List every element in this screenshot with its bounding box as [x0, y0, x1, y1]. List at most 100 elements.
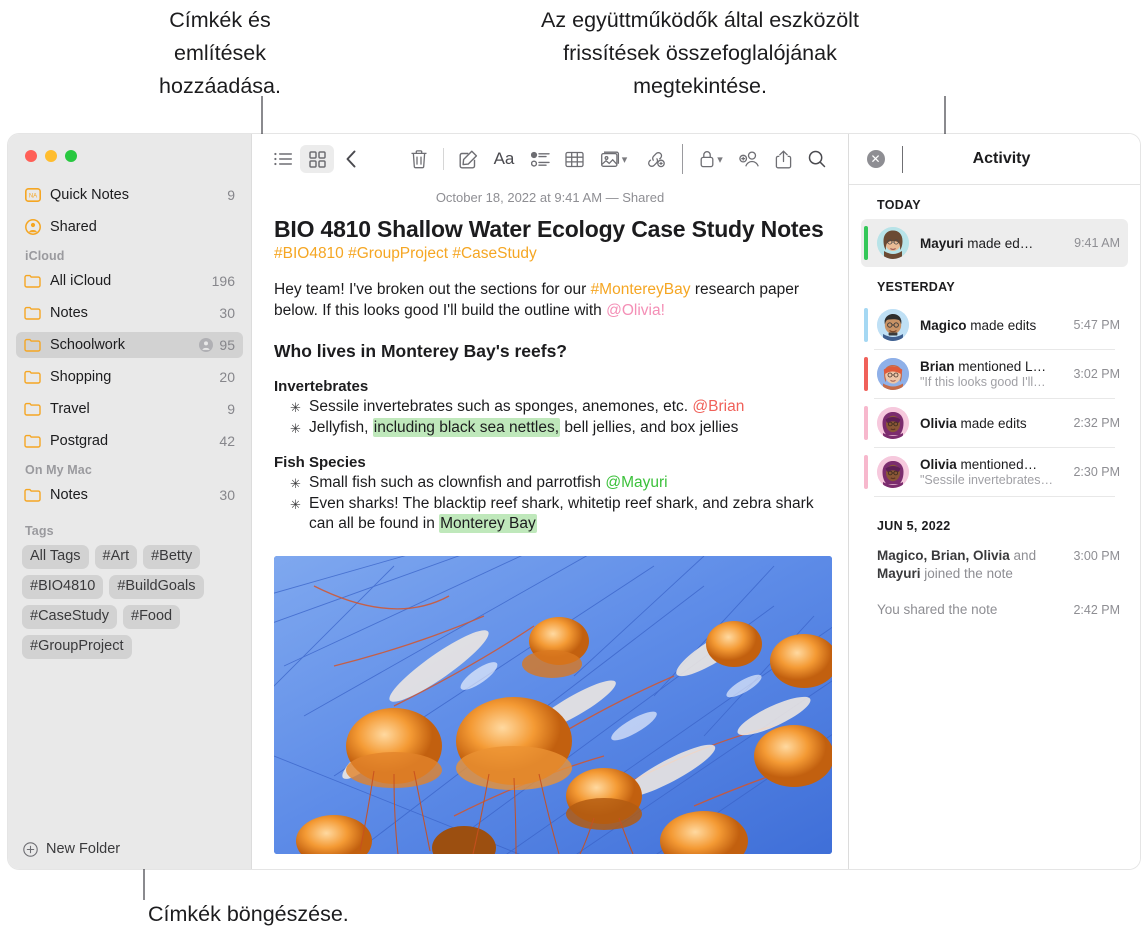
sidebar-item-notes-icloud[interactable]: Notes 30: [16, 300, 243, 326]
activity-user-name: Olivia: [920, 415, 957, 431]
activity-row-text: Olivia mentioned…: [920, 457, 1067, 472]
sidebar-item-quick-notes[interactable]: NA Quick Notes 9: [16, 182, 243, 208]
tag-betty[interactable]: #Betty: [143, 545, 201, 569]
activity-row-olivia-mention[interactable]: Olivia mentioned… "Sessile invertebrates…: [861, 448, 1128, 496]
activity-shared-text: You shared the note: [877, 602, 998, 617]
sidebar-section-tags-title: Tags: [25, 524, 54, 538]
sidebar-item-all-icloud[interactable]: All iCloud 196: [16, 268, 243, 294]
new-folder-button[interactable]: New Folder: [8, 829, 251, 869]
list-view-icon[interactable]: [266, 145, 300, 173]
activity-color-bar: [864, 357, 868, 391]
note-intro-paragraph: Hey team! I've broken out the sections f…: [274, 279, 826, 321]
sidebar-item-notes-local[interactable]: Notes 30: [16, 482, 243, 508]
activity-color-bar: [864, 455, 868, 489]
sidebar-item-shared[interactable]: Shared: [16, 214, 243, 240]
share-icon[interactable]: [766, 145, 800, 173]
activity-color-bar: [864, 308, 868, 342]
note-heading: Who lives in Monterey Bay's reefs?: [274, 341, 567, 361]
media-icon[interactable]: ▾: [591, 145, 635, 173]
sidebar-item-schoolwork[interactable]: Schoolwork 95: [16, 332, 243, 358]
jellyfish-photo[interactable]: [274, 556, 832, 854]
inline-tag-montereybay[interactable]: #MontereyBay: [591, 281, 691, 298]
intro-text-a: Hey team! I've broken out the sections f…: [274, 281, 591, 298]
sidebar: NA Quick Notes 9 Shared iCloud All iClou…: [8, 134, 251, 869]
activity-row-text: Olivia made edits: [920, 416, 1067, 431]
notes-app-window: NA Quick Notes 9 Shared iCloud All iClou…: [8, 134, 1140, 869]
activity-section-yesterday: YESTERDAY: [877, 280, 955, 294]
tag-food[interactable]: #Food: [123, 605, 181, 629]
format-icon[interactable]: Aa: [485, 145, 523, 173]
toolbar: Aa ▾ ▾: [252, 134, 848, 184]
tag-list: All Tags #Art #Betty #BIO4810 #BuildGoal…: [8, 543, 251, 659]
sidebar-item-count: 30: [219, 487, 235, 503]
bullet-text-b: bell jellies, and box jellies: [560, 419, 739, 436]
activity-row-shared[interactable]: You shared the note 2:42 PM: [849, 590, 1140, 626]
list-item: Jellyfish, including black sea nettles, …: [290, 418, 826, 439]
svg-text:NA: NA: [28, 194, 36, 200]
activity-joined-text: Magico, Brian, Olivia and Mayuri joined …: [877, 547, 1067, 583]
sidebar-item-label: Notes: [50, 487, 88, 503]
activity-row-joined[interactable]: Magico, Brian, Olivia and Mayuri joined …: [849, 540, 1140, 590]
note-date: October 18, 2022 at 9:41 AM — Shared: [435, 190, 665, 205]
activity-user-name: Brian: [920, 359, 955, 374]
sidebar-item-count: 95: [219, 337, 235, 353]
sidebar-item-shopping[interactable]: Shopping 20: [16, 364, 243, 390]
tag-casestudy[interactable]: #CaseStudy: [22, 605, 117, 629]
avatar: [877, 456, 909, 488]
bullet-text-a: Even sharks! The blacktip reef shark, wh…: [309, 495, 814, 532]
minimize-window-button[interactable]: [45, 150, 57, 162]
activity-section-jun5: JUN 5, 2022: [877, 519, 951, 533]
activity-quote: "Sessile invertebrates…: [920, 473, 1053, 487]
tag-all-tags[interactable]: All Tags: [22, 545, 89, 569]
sidebar-item-postgrad[interactable]: Postgrad 42: [16, 428, 243, 454]
add-people-icon[interactable]: [732, 145, 766, 173]
trash-icon[interactable]: [402, 145, 436, 173]
checklist-icon[interactable]: [523, 145, 557, 173]
activity-time: 2:32 PM: [1073, 416, 1120, 430]
inline-mention-brian[interactable]: @Brian: [692, 398, 744, 415]
activity-action: made edits: [956, 415, 1027, 431]
activity-pane: ✕ Activity TODAY Mayuri made ed… 9:41 AM: [848, 134, 1140, 869]
activity-row-mayuri-edits[interactable]: Mayuri made ed… 9:41 AM: [861, 219, 1128, 267]
sidebar-scroll: NA Quick Notes 9 Shared iCloud All iClou…: [8, 168, 251, 829]
sidebar-section-onmymac-title: On My Mac: [25, 463, 92, 477]
sidebar-section-icloud-title: iCloud: [25, 249, 65, 263]
sidebar-item-label: All iCloud: [50, 273, 112, 289]
note-body[interactable]: October 18, 2022 at 9:41 AM — Shared BIO…: [252, 184, 848, 869]
activity-time: 2:30 PM: [1073, 465, 1120, 479]
quick-note-icon: NA: [24, 187, 41, 204]
inline-mention-olivia[interactable]: @Olivia!: [606, 302, 665, 319]
sidebar-item-travel[interactable]: Travel 9: [16, 396, 243, 422]
activity-time: 3:00 PM: [1073, 549, 1120, 563]
link-icon[interactable]: [635, 145, 675, 173]
zoom-window-button[interactable]: [65, 150, 77, 162]
note-pane: Aa ▾ ▾ October 18, 2022 at 9:41 AM — Sha…: [251, 134, 848, 869]
tag-groupproject[interactable]: #GroupProject: [22, 635, 132, 659]
back-chevron-icon[interactable]: [334, 145, 368, 173]
search-icon[interactable]: [800, 145, 834, 173]
lock-icon[interactable]: ▾: [690, 145, 732, 173]
tag-bio4810[interactable]: #BIO4810: [22, 575, 104, 599]
tag-buildgoals[interactable]: #BuildGoals: [109, 575, 204, 599]
close-window-button[interactable]: [25, 150, 37, 162]
inline-mention-mayuri[interactable]: @Mayuri: [605, 474, 667, 491]
table-icon[interactable]: [557, 145, 591, 173]
folder-icon: [24, 337, 41, 354]
toolbar-separator-2: [682, 144, 683, 174]
close-icon[interactable]: ✕: [866, 150, 885, 168]
activity-row-magico-edits[interactable]: Magico made edits 5:47 PM: [861, 301, 1128, 349]
activity-row-olivia-edits[interactable]: Olivia made edits 2:32 PM: [861, 399, 1128, 447]
compose-icon[interactable]: [451, 145, 485, 173]
activity-row-brian-mention[interactable]: Brian mentioned L… "If this looks good I…: [861, 350, 1128, 398]
note-tags-line: #BIO4810 #GroupProject #CaseStudy: [274, 245, 537, 262]
gallery-view-icon[interactable]: [300, 145, 334, 173]
sidebar-item-label: Quick Notes: [50, 187, 129, 203]
list-item: Sessile invertebrates such as sponges, a…: [290, 397, 826, 418]
tag-art[interactable]: #Art: [94, 545, 138, 569]
sidebar-item-count: 42: [219, 433, 235, 449]
toolbar-separator: [443, 148, 444, 170]
sidebar-item-label: Shopping: [50, 369, 112, 385]
bullet-text-a: Small fish such as clownfish and parrotf…: [309, 474, 606, 491]
activity-time: 9:41 AM: [1074, 236, 1120, 250]
window-controls: [8, 134, 251, 168]
